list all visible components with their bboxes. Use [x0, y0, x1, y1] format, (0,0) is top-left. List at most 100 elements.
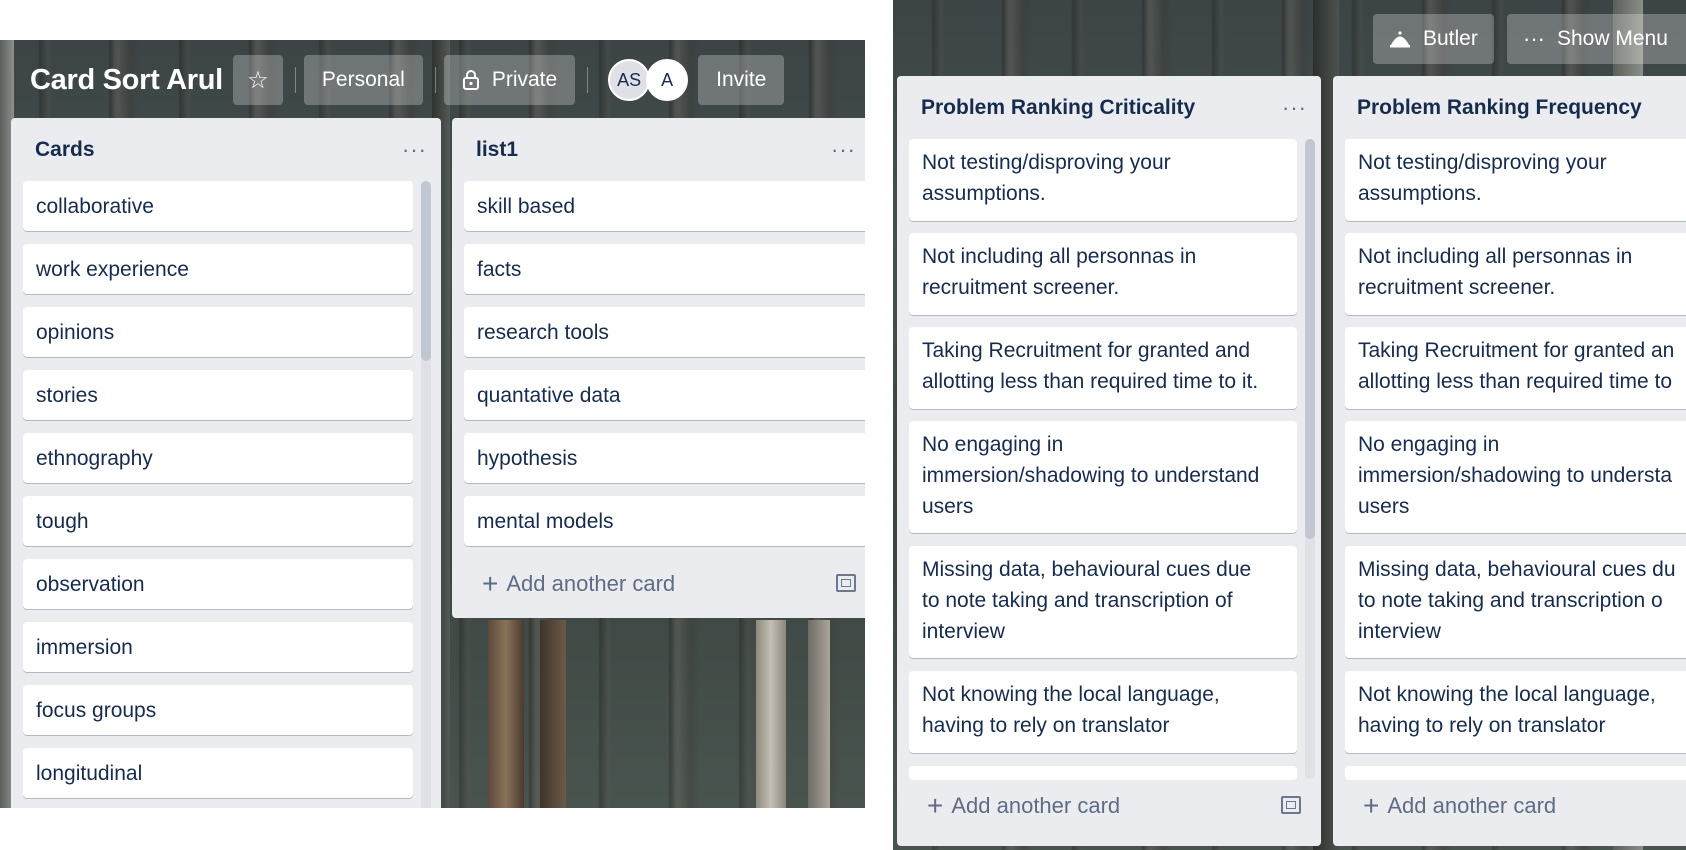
add-card-label: Add another card [951, 793, 1121, 818]
personal-label: Personal [321, 68, 405, 91]
card[interactable]: No engaging in immersion/shadowing to und… [909, 421, 1297, 533]
card-line: assumptions. [922, 182, 1046, 205]
card[interactable]: work experience [23, 244, 413, 294]
card-text: Missing data, behavioural cues du to note… [1358, 554, 1676, 647]
card[interactable]: quantative data [464, 370, 865, 420]
list-scrollbar[interactable] [1305, 139, 1315, 779]
list-menu-button[interactable]: ··· [402, 137, 427, 163]
avatar[interactable]: AS [608, 59, 651, 101]
card-line: having to rely on translator [1358, 714, 1606, 737]
list-title[interactable]: list1 [476, 138, 518, 162]
header-divider [434, 67, 436, 93]
privacy-button[interactable]: Private [443, 55, 576, 105]
card-line: recruitment screener. [1358, 276, 1556, 299]
card[interactable]: ethnography [23, 433, 413, 483]
butler-button[interactable]: Butler [1373, 14, 1494, 64]
card[interactable]: research tools [464, 307, 865, 357]
plus-icon: + [482, 568, 499, 599]
list-menu-button[interactable]: ··· [831, 137, 856, 163]
list-menu-button[interactable]: ··· [1282, 95, 1307, 121]
header-divider [294, 67, 296, 93]
card-template-icon[interactable] [836, 574, 856, 592]
card-line: Not testing/disproving your [1358, 151, 1607, 174]
card[interactable]: skill based [464, 181, 865, 231]
card[interactable]: Not including all personnas in recruitmen… [909, 233, 1297, 315]
star-icon: ☆ [247, 66, 269, 94]
scrollbar-thumb[interactable] [421, 181, 431, 361]
card[interactable]: Not testing/disproving your assumptions. [909, 139, 1297, 221]
card-line: users [1358, 495, 1410, 518]
card-line: allotting less than required time to [1358, 370, 1673, 393]
card-line: Not knowing the local language, [1358, 683, 1656, 706]
tree-trunk [808, 620, 830, 808]
card-text: No engaging in immersion/shadowing to und… [922, 429, 1259, 522]
board-title[interactable]: Card Sort Arul [0, 64, 233, 97]
butler-label: Butler [1423, 27, 1478, 50]
card[interactable]: Taking Recruitment for granted an allotti… [1345, 327, 1686, 409]
show-menu-button[interactable]: ··· Show Menu [1507, 14, 1686, 64]
card[interactable]: Not knowing the local language, having to… [1345, 671, 1686, 753]
card-line: interview [1358, 620, 1441, 643]
card-line: to note taking and transcription of [922, 589, 1233, 612]
card[interactable]: mental models [464, 496, 865, 546]
star-board-button[interactable]: ☆ [232, 55, 283, 105]
card[interactable]: observation [23, 559, 413, 609]
card-line: users [922, 495, 974, 518]
card[interactable]: stories [23, 370, 413, 420]
card-text: Not including all personnas in recruitmen… [922, 241, 1196, 303]
add-card-button[interactable]: + Add another card [482, 568, 675, 600]
card-partially-hidden[interactable] [909, 766, 1297, 780]
list-title[interactable]: Problem Ranking Criticality [921, 96, 1195, 120]
plus-icon: + [1363, 790, 1380, 821]
list-title[interactable]: Cards [35, 138, 95, 162]
card[interactable]: Taking Recruitment for granted and allott… [909, 327, 1297, 409]
member-avatars: AS A [608, 59, 689, 101]
card[interactable]: No engaging in immersion/shadowing to und… [1345, 421, 1686, 533]
card-line: immersion/shadowing to understa [1358, 464, 1672, 487]
board-header: Card Sort Arul ☆ Personal Private AS A I… [0, 54, 792, 106]
list-scrollbar[interactable] [421, 181, 431, 808]
list-header: Problem Ranking Frequency [1333, 76, 1686, 140]
card[interactable]: immersion [23, 622, 413, 672]
scrollbar-thumb[interactable] [1305, 139, 1315, 539]
card[interactable]: facts [464, 244, 865, 294]
card-text: Not including all personnas in recruitmen… [1358, 241, 1632, 303]
card[interactable]: hypothesis [464, 433, 865, 483]
card[interactable]: opinions [23, 307, 413, 357]
list-header: list1 ··· [452, 118, 865, 182]
card-template-icon[interactable] [1281, 796, 1301, 814]
card-line: No engaging in [922, 433, 1064, 456]
card-line: immersion/shadowing to understand [922, 464, 1260, 487]
add-card-button[interactable]: + Add another card [927, 790, 1120, 822]
screenshot-composite: Card Sort Arul ☆ Personal Private AS A I… [0, 0, 1686, 850]
header-divider [587, 67, 589, 93]
card[interactable]: Missing data, behavioural cues due to not… [909, 546, 1297, 658]
list-header: Cards ··· [11, 118, 441, 182]
card-text: Not testing/disproving your assumptions. [1358, 147, 1607, 209]
card[interactable]: Missing data, behavioural cues du to note… [1345, 546, 1686, 658]
card[interactable]: collaborative [23, 181, 413, 231]
card[interactable]: tough [23, 496, 413, 546]
card[interactable]: Not including all personnas in recruitmen… [1345, 233, 1686, 315]
lock-icon [462, 70, 479, 90]
card-text: No engaging in immersion/shadowing to und… [1358, 429, 1672, 522]
board-right: Butler ··· Show Menu Problem Ranking Cri… [893, 0, 1686, 850]
invite-button[interactable]: Invite [698, 55, 785, 105]
list-list1: list1 ··· skill based facts research too… [452, 118, 865, 618]
card-line: Missing data, behavioural cues due [922, 558, 1252, 581]
card-line: Not including all personnas in [1358, 245, 1633, 268]
card-partially-hidden[interactable] [1345, 766, 1686, 780]
card[interactable]: longitudinal [23, 748, 413, 798]
avatar[interactable]: A [646, 59, 689, 101]
private-label: Private [491, 68, 558, 91]
invite-label: Invite [716, 68, 767, 91]
card[interactable]: focus groups [23, 685, 413, 735]
card[interactable]: Not testing/disproving your assumptions. [1345, 139, 1686, 221]
card-text: Not knowing the local language, having to… [922, 679, 1220, 741]
team-visibility-button[interactable]: Personal [303, 55, 423, 105]
card[interactable]: Not knowing the local language, having to… [909, 671, 1297, 753]
list-problem-ranking-criticality: Problem Ranking Criticality ··· Not test… [897, 76, 1321, 846]
card-text: Taking Recruitment for granted an allotti… [1358, 335, 1674, 397]
list-title[interactable]: Problem Ranking Frequency [1357, 96, 1642, 120]
add-card-button[interactable]: + Add another card [1363, 790, 1556, 822]
